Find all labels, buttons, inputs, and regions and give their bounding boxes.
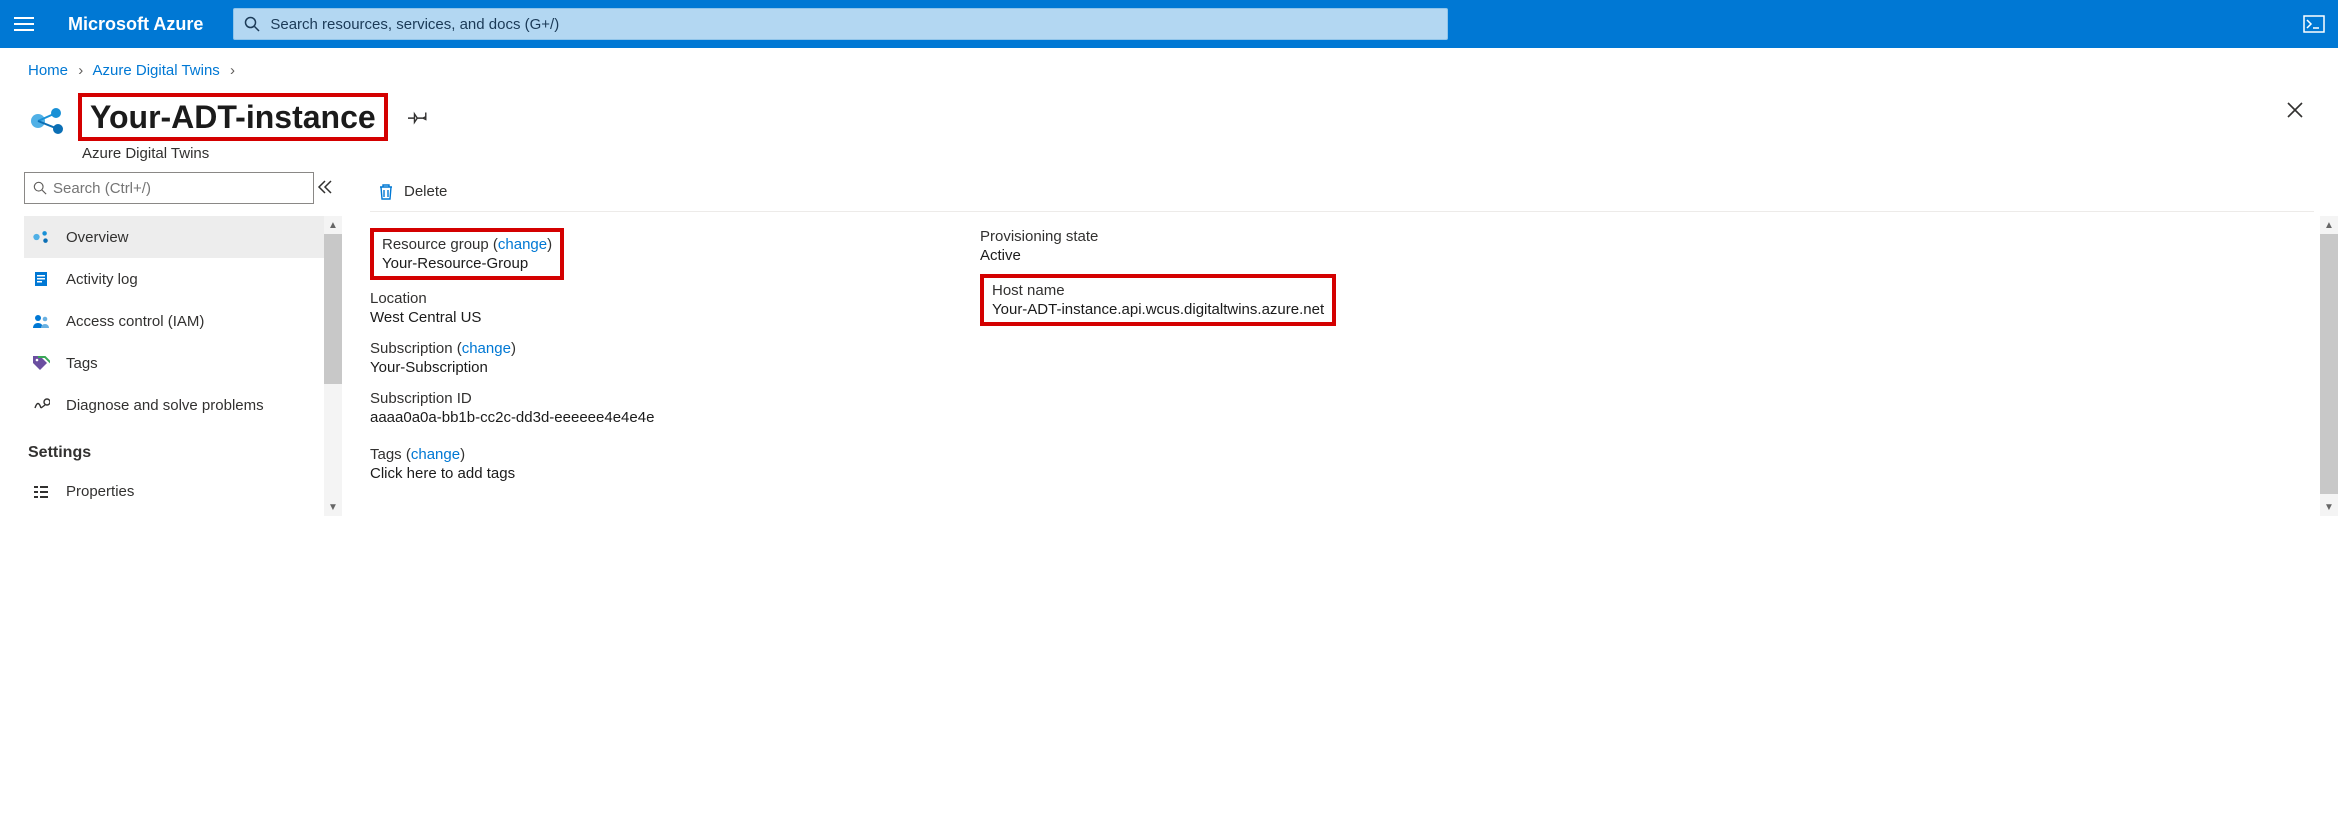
host-name-value: Your-ADT-instance.api.wcus.digitaltwins.… (992, 301, 1324, 318)
topbar: Microsoft Azure (0, 0, 2338, 48)
sidebar-item-label: Properties (66, 483, 134, 500)
subscription-id-label: Subscription ID (370, 390, 970, 407)
change-resource-group-link[interactable]: change (498, 236, 547, 253)
search-icon (33, 181, 47, 195)
location-value: West Central US (370, 309, 970, 326)
host-name-label: Host name (992, 282, 1324, 299)
chevron-right-icon: › (230, 62, 235, 79)
sidebar-item-activity-log[interactable]: Activity log (24, 258, 340, 300)
resource-group-value[interactable]: Your-Resource-Group (382, 255, 552, 272)
command-bar: Delete (370, 172, 2314, 212)
page-subtitle: Azure Digital Twins (82, 145, 434, 162)
trash-icon (378, 183, 394, 201)
sidebar-search[interactable] (24, 172, 314, 204)
global-search[interactable] (233, 8, 1448, 40)
provisioning-state-value: Active (980, 247, 1580, 264)
page-title: Your-ADT-instance (90, 97, 376, 137)
change-tags-link[interactable]: change (411, 446, 460, 463)
resource-group-field-highlight: Resource group (change) Your-Resource-Gr… (370, 228, 564, 280)
search-icon (244, 16, 260, 32)
label-text: Resource group (382, 236, 489, 253)
people-icon (30, 313, 52, 329)
essentials-grid: Resource group (change) Your-Resource-Gr… (370, 228, 2314, 482)
host-name-field-highlight: Host name Your-ADT-instance.api.wcus.dig… (980, 274, 1336, 326)
hamburger-icon (14, 17, 34, 31)
delete-button[interactable]: Delete (370, 179, 455, 205)
delete-button-label: Delete (404, 183, 447, 200)
digital-twins-icon (28, 101, 68, 141)
cloud-shell-button[interactable] (2290, 0, 2338, 48)
subscription-id-value: aaaa0a0a-bb1b-cc2c-dd3d-eeeeee4e4e4e (370, 409, 970, 426)
sidebar: Overview Activity log Access control (IA… (0, 172, 340, 512)
sidebar-item-access-control[interactable]: Access control (IAM) (24, 300, 340, 342)
brand-logo[interactable]: Microsoft Azure (48, 14, 233, 35)
scroll-down-icon[interactable]: ▼ (2320, 498, 2338, 516)
cloud-shell-icon (2303, 15, 2325, 33)
change-subscription-link[interactable]: change (462, 340, 511, 357)
page-title-highlight: Your-ADT-instance (78, 93, 388, 141)
tags-icon (30, 355, 52, 371)
sidebar-item-label: Diagnose and solve problems (66, 397, 264, 414)
diagnose-icon (30, 396, 52, 414)
pin-icon (408, 106, 428, 126)
sidebar-search-input[interactable] (53, 180, 305, 197)
sidebar-nav: Overview Activity log Access control (IA… (24, 216, 340, 426)
subscription-label: Subscription (change) (370, 340, 970, 357)
activity-log-icon (30, 271, 52, 287)
sidebar-nav-settings: Properties (24, 470, 340, 512)
breadcrumb: Home › Azure Digital Twins › (0, 48, 2338, 85)
resource-group-label: Resource group (change) (382, 236, 552, 253)
sidebar-item-overview[interactable]: Overview (24, 216, 340, 258)
main-scrollbar[interactable]: ▲ ▼ (2320, 216, 2338, 516)
properties-icon (30, 483, 52, 499)
breadcrumb-parent[interactable]: Azure Digital Twins (93, 62, 220, 79)
main-content: Delete Resource group (change) Your-Reso… (340, 172, 2338, 512)
hamburger-menu[interactable] (0, 0, 48, 48)
close-icon (2286, 101, 2304, 119)
sidebar-item-label: Overview (66, 229, 129, 246)
sidebar-item-tags[interactable]: Tags (24, 342, 340, 384)
label-text: Tags (370, 446, 402, 463)
collapse-sidebar-button[interactable] (316, 178, 334, 199)
sidebar-item-diagnose[interactable]: Diagnose and solve problems (24, 384, 340, 426)
sidebar-item-label: Access control (IAM) (66, 313, 204, 330)
sidebar-heading-settings: Settings (24, 426, 340, 470)
scroll-up-icon[interactable]: ▲ (2320, 216, 2338, 234)
close-blade-button[interactable] (2280, 95, 2310, 128)
digital-twins-icon (30, 228, 52, 246)
subscription-value[interactable]: Your-Subscription (370, 359, 970, 376)
add-tags-link[interactable]: Click here to add tags (370, 465, 970, 482)
breadcrumb-home[interactable]: Home (28, 62, 68, 79)
chevron-double-left-icon (316, 178, 334, 196)
sidebar-item-label: Tags (66, 355, 98, 372)
blade-header: Your-ADT-instance Azure Digital Twins (0, 85, 2338, 172)
tags-label: Tags (change) (370, 446, 970, 463)
scrollbar-thumb[interactable] (2320, 234, 2338, 494)
chevron-right-icon: › (78, 62, 83, 79)
pin-button[interactable] (402, 100, 434, 135)
global-search-input[interactable] (270, 16, 1437, 33)
label-text: Subscription (370, 340, 453, 357)
provisioning-state-label: Provisioning state (980, 228, 1580, 245)
sidebar-item-properties[interactable]: Properties (24, 470, 340, 512)
sidebar-item-label: Activity log (66, 271, 138, 288)
location-label: Location (370, 290, 970, 307)
